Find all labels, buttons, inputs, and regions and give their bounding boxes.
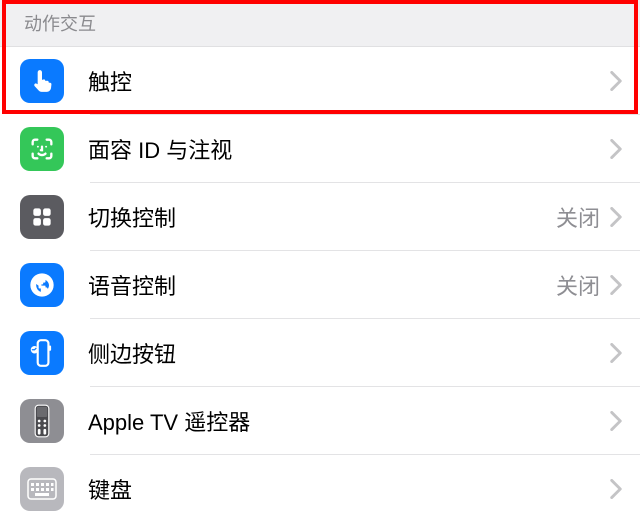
chevron-right-icon: [610, 71, 622, 91]
row-label: Apple TV 遥控器: [88, 405, 600, 437]
settings-list: 触控 面容 ID 与注视 切换控制 关闭 语音控: [0, 47, 640, 523]
chevron-right-icon: [610, 343, 622, 363]
row-voice-control[interactable]: 语音控制 关闭: [0, 251, 640, 319]
chevron-right-icon: [610, 207, 622, 227]
side-button-icon: [20, 331, 64, 375]
row-label: 触控: [88, 65, 600, 97]
appletv-remote-icon: [20, 399, 64, 443]
row-label: 面容 ID 与注视: [88, 133, 600, 165]
faceid-icon: [20, 127, 64, 171]
row-appletv-remote[interactable]: Apple TV 遥控器: [0, 387, 640, 455]
keyboard-icon: [20, 467, 64, 511]
row-side-button[interactable]: 侧边按钮: [0, 319, 640, 387]
voice-control-icon: [20, 263, 64, 307]
row-touch[interactable]: 触控: [0, 47, 640, 115]
row-keyboard[interactable]: 键盘: [0, 455, 640, 523]
row-faceid[interactable]: 面容 ID 与注视: [0, 115, 640, 183]
section-header: 动作交互: [0, 0, 640, 47]
row-label: 键盘: [88, 473, 600, 505]
section-title: 动作交互: [24, 14, 96, 34]
chevron-right-icon: [610, 139, 622, 159]
switch-control-icon: [20, 195, 64, 239]
touch-icon: [20, 59, 64, 103]
chevron-right-icon: [610, 479, 622, 499]
row-switch-control[interactable]: 切换控制 关闭: [0, 183, 640, 251]
row-label: 切换控制: [88, 201, 556, 233]
row-detail: 关闭: [556, 201, 600, 233]
row-detail: 关闭: [556, 269, 600, 301]
chevron-right-icon: [610, 411, 622, 431]
row-label: 语音控制: [88, 269, 556, 301]
row-label: 侧边按钮: [88, 337, 600, 369]
chevron-right-icon: [610, 275, 622, 295]
